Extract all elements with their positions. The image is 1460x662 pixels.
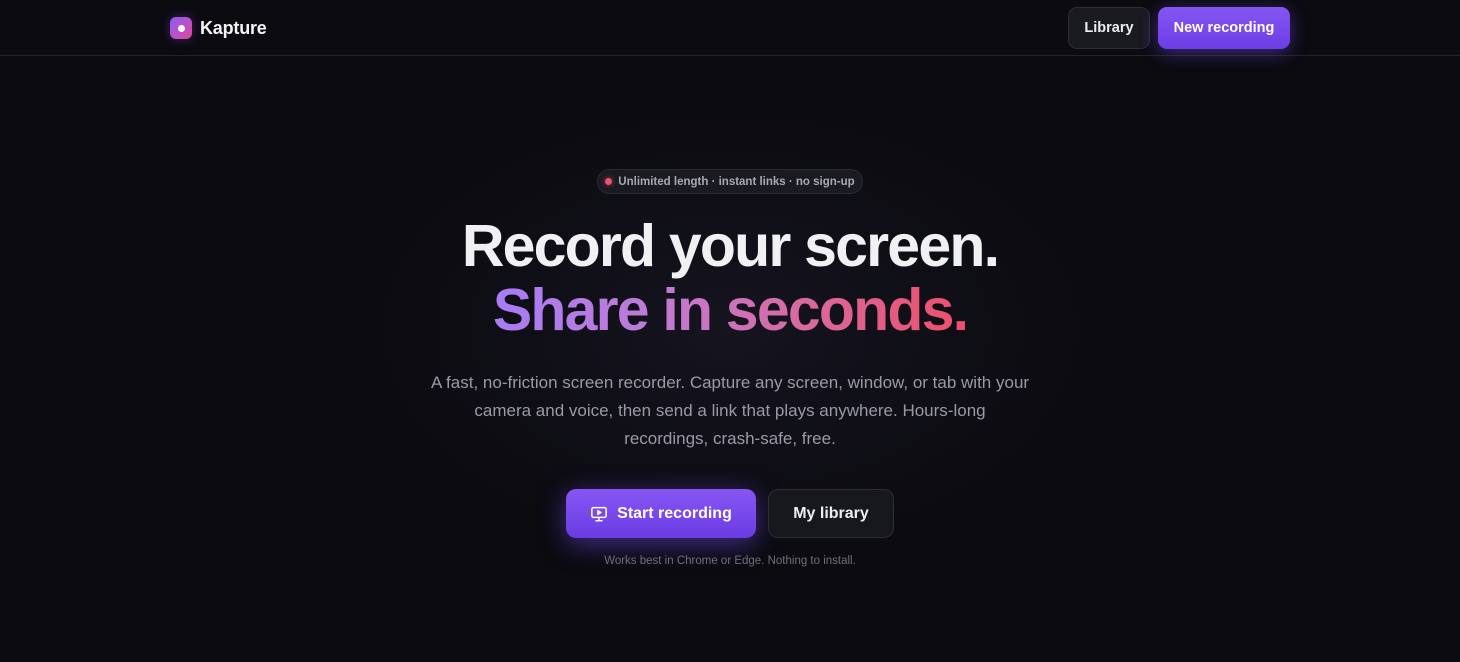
headline-line-1: Record your screen. (461, 213, 1000, 279)
screen-share-icon (590, 505, 608, 523)
feature-badge-text: Unlimited length · instant links · no si… (618, 175, 855, 188)
feature-badge: Unlimited length · instant links · no si… (597, 169, 863, 194)
headline-line-2: Share in seconds. (492, 277, 969, 343)
browser-note: Works best in Chrome or Edge. Nothing to… (604, 555, 856, 567)
brand-logo-link[interactable]: Kapture (170, 16, 267, 40)
library-button[interactable]: Library (1068, 7, 1150, 49)
my-library-button[interactable]: My library (768, 489, 894, 538)
hero-headline: Record your screen. Share in seconds. (0, 214, 1460, 342)
record-dot-icon (170, 17, 192, 39)
my-library-label: My library (793, 504, 869, 522)
hero-description: A fast, no-friction screen recorder. Cap… (430, 373, 1030, 448)
start-recording-label: Start recording (617, 504, 732, 522)
start-recording-button[interactable]: Start recording (566, 489, 756, 538)
brand-name: Kapture (200, 17, 267, 38)
live-dot-icon (605, 178, 613, 185)
landing-page: Kapture Library New recording Unlimited … (0, 0, 1460, 662)
top-navigation-bar: Kapture Library New recording (0, 0, 1460, 56)
new-recording-button[interactable]: New recording (1158, 7, 1290, 49)
